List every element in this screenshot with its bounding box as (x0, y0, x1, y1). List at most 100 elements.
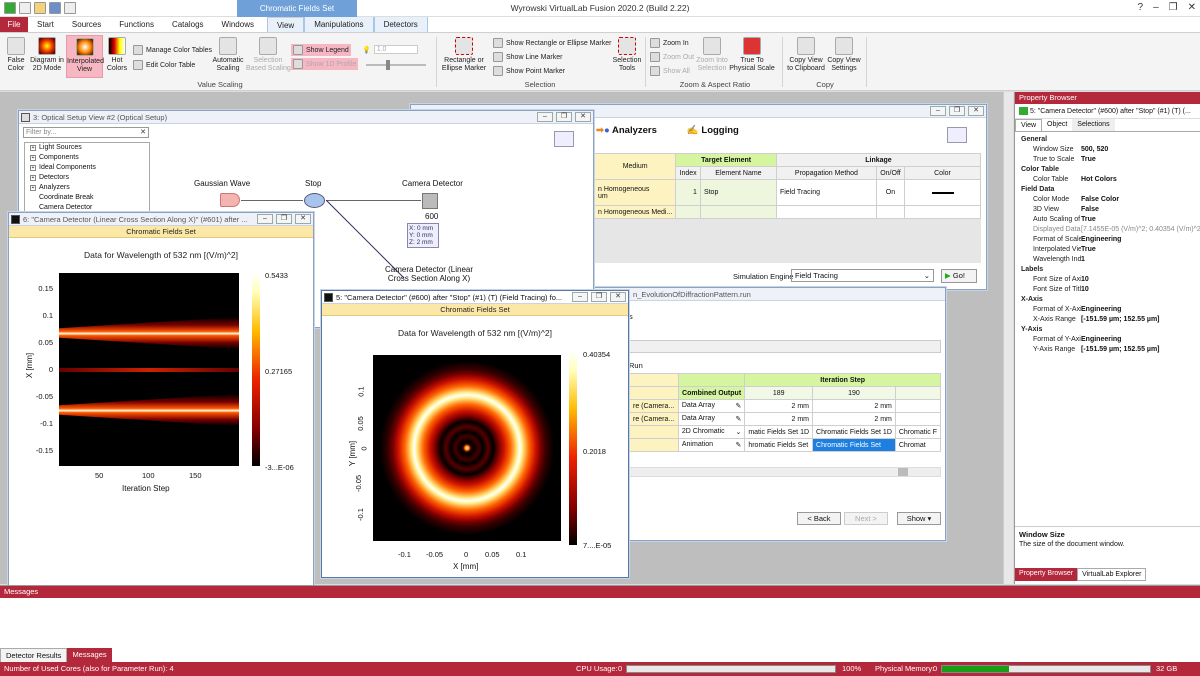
cell-detector[interactable] (629, 438, 679, 452)
cell-value[interactable]: hromatic Fields Set (744, 438, 814, 452)
hot-colors-button[interactable]: Hot Colors (105, 37, 129, 73)
tree-item[interactable]: + Light Sources (25, 143, 149, 153)
tab-detectors[interactable]: Detectors (373, 17, 428, 32)
camera-detector-icon[interactable] (422, 193, 438, 209)
close-icon[interactable]: ✕ (968, 106, 984, 116)
tab-view[interactable]: View (266, 17, 305, 32)
optical-setup-titlebar[interactable]: 3: Optical Setup View #2 (Optical Setup)… (19, 111, 593, 124)
cell-value[interactable]: matic Fields Set 1D (744, 425, 814, 439)
cell-detector[interactable] (629, 425, 679, 439)
property-value[interactable]: 500, 520 (1081, 145, 1200, 155)
cell-index[interactable] (675, 205, 701, 219)
cell-type[interactable]: 2D Chromatic ⌄ (677, 425, 746, 439)
show-line-marker-button[interactable]: Show Line Marker (493, 52, 562, 62)
cell-value[interactable] (894, 412, 942, 426)
property-row[interactable]: Interpolated ViewTrue (1015, 245, 1200, 255)
property-value[interactable]: Engineering (1081, 305, 1200, 315)
gaussian-source-icon[interactable] (220, 193, 240, 207)
restore-icon[interactable]: ❐ (949, 106, 965, 116)
property-row[interactable]: Font Size of Axis La10 (1015, 275, 1200, 285)
property-row[interactable]: True to Scale True (1015, 155, 1200, 165)
cell-medium[interactable]: n Homogeneous Medi... (593, 205, 677, 219)
cross-section-plot[interactable] (59, 273, 239, 466)
cell-detector[interactable]: re (Camera... (629, 399, 679, 413)
property-category[interactable]: Y-Axis (1015, 325, 1200, 335)
cell-type[interactable]: Data Array ✎ (677, 412, 746, 426)
tree-item[interactable]: + Components (25, 153, 149, 163)
cross-section-titlebar[interactable]: 6: "Camera Detector (Linear Cross Sectio… (9, 213, 313, 226)
config-icon[interactable] (947, 127, 967, 143)
cell-value[interactable]: 2 mm (744, 399, 814, 413)
cell-value-selected[interactable]: Chromatic Fields Set (812, 438, 896, 452)
logging-button[interactable]: ✍ Logging (687, 125, 739, 136)
stop-element-icon[interactable] (304, 193, 325, 208)
cell-on[interactable]: On (875, 179, 906, 206)
show-button[interactable]: Show ▾ (897, 512, 941, 525)
analyzers-button[interactable]: ➡● Analyzers (596, 125, 657, 136)
show-point-marker-button[interactable]: Show Point Marker (493, 66, 565, 76)
property-value[interactable]: Engineering (1081, 235, 1200, 245)
horizontal-scrollbar[interactable] (629, 467, 941, 477)
table-row[interactable]: n Homogeneous Medi... (593, 205, 981, 219)
zoom-in-button[interactable]: Zoom In (650, 38, 689, 48)
minimize-icon[interactable]: – (257, 214, 273, 224)
property-value[interactable]: False Color (1081, 195, 1200, 205)
tab-sources[interactable]: Sources (63, 17, 110, 32)
property-category[interactable]: Field Data (1015, 185, 1200, 195)
minimize-icon[interactable]: – (537, 112, 553, 122)
tree-item[interactable]: + Ideal Components (25, 163, 149, 173)
diagram-2d-button[interactable]: Diagram in 2D Mode (30, 37, 64, 73)
workspace-scrollbar[interactable] (1003, 92, 1013, 584)
automatic-scaling-button[interactable]: Automatic Scaling (210, 37, 246, 73)
go-button[interactable]: ▶ Go! (941, 269, 977, 283)
wizard-field[interactable] (629, 340, 941, 353)
property-row[interactable]: 3D View False (1015, 205, 1200, 215)
tree-item[interactable]: + Detectors (25, 173, 149, 183)
scrollbar-thumb[interactable] (898, 468, 908, 476)
property-object-select[interactable]: 5: "Camera Detector" (#600) after "Stop"… (1015, 104, 1200, 119)
zoom-selection-button[interactable]: Zoom Into Selection (694, 37, 730, 73)
copy-settings-button[interactable]: Copy View Settings (826, 37, 862, 73)
tab-property-browser[interactable]: Property Browser (1015, 568, 1078, 581)
clear-icon[interactable]: ✕ (140, 128, 146, 137)
property-value[interactable]: Hot Colors (1081, 175, 1200, 185)
value-spinner[interactable]: 💡 1.0 (362, 45, 418, 54)
cell-detector[interactable]: re (Camera... (629, 412, 679, 426)
edit-color-table-button[interactable]: Edit Color Table (133, 60, 195, 70)
cell-index[interactable]: 1 (675, 179, 701, 206)
property-value[interactable]: 10 (1081, 275, 1200, 285)
next-button[interactable]: Next > (844, 512, 888, 525)
expand-icon[interactable]: + (30, 145, 36, 151)
close-icon[interactable]: ✕ (610, 292, 626, 302)
property-category[interactable]: General (1015, 135, 1200, 145)
engine-select[interactable]: Field Tracing ⌄ (791, 269, 934, 282)
property-value[interactable]: 10 (1081, 285, 1200, 295)
cell-value[interactable]: Chromat (894, 438, 942, 452)
property-row[interactable]: Auto Scaling of DataTrue (1015, 215, 1200, 225)
show-legend-button[interactable]: Show Legend (291, 44, 351, 56)
pencil-icon[interactable]: ✎ (735, 441, 741, 449)
tab-object[interactable]: Object (1042, 119, 1072, 131)
minimize-icon[interactable]: – (930, 106, 946, 116)
cell-on[interactable] (875, 205, 906, 219)
expand-icon[interactable]: + (30, 155, 36, 161)
cell-value[interactable]: Chromatic Fields Set 1D (812, 425, 896, 439)
tab-windows[interactable]: Windows (213, 17, 267, 32)
value-slider[interactable] (366, 60, 426, 70)
property-row[interactable]: Format of X-Axis Engineering (1015, 305, 1200, 315)
pencil-icon[interactable]: ✎ (735, 415, 741, 423)
slider-thumb[interactable] (386, 60, 390, 70)
property-row[interactable]: X-Axis Range [-151.59 µm; 152.55 µm] (1015, 315, 1200, 325)
property-row[interactable]: Format of Y-Axis Engineering (1015, 335, 1200, 345)
expand-icon[interactable]: + (30, 185, 36, 191)
cell-value[interactable]: 2 mm (812, 399, 896, 413)
close-icon[interactable]: ✕ (575, 112, 591, 122)
selection-scaling-button[interactable]: Selection Based Scaling (246, 37, 291, 73)
minimize-icon[interactable]: – (1153, 2, 1159, 13)
restore-icon[interactable]: ❐ (591, 292, 607, 302)
cell-color[interactable] (904, 205, 981, 219)
cell-type[interactable]: Animation ✎ (677, 438, 746, 452)
cell-value[interactable]: 2 mm (744, 412, 814, 426)
tab-start[interactable]: Start (28, 17, 63, 32)
tab-selections[interactable]: Selections (1072, 119, 1115, 131)
